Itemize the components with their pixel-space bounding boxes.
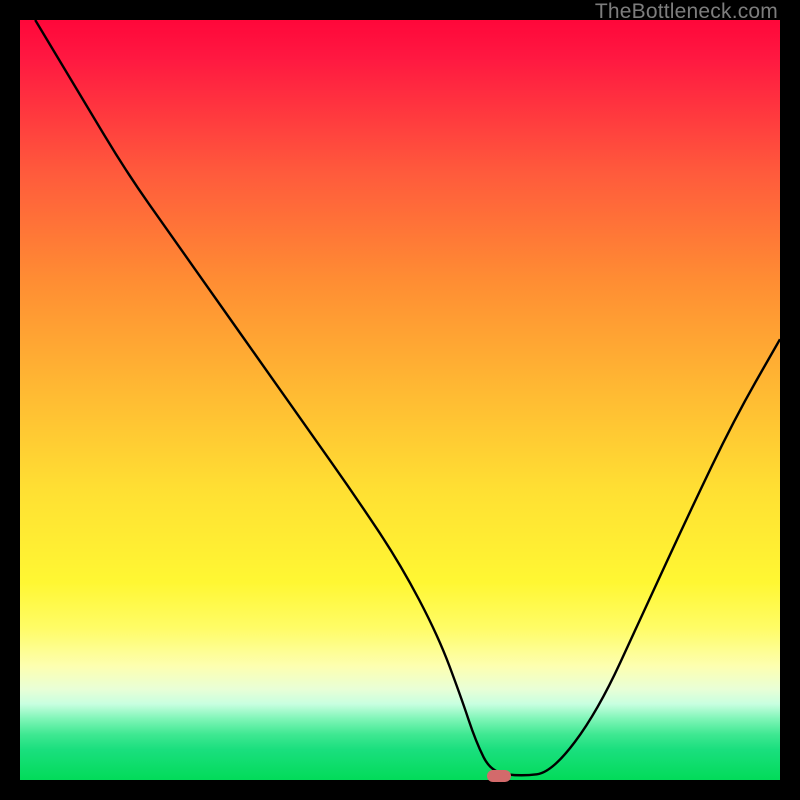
chart-frame: TheBottleneck.com — [0, 0, 800, 800]
watermark-text: TheBottleneck.com — [595, 0, 778, 24]
plot-area — [20, 20, 780, 780]
optimal-point-marker — [487, 770, 511, 782]
curve-svg — [20, 20, 780, 780]
bottleneck-curve-path — [35, 20, 780, 775]
